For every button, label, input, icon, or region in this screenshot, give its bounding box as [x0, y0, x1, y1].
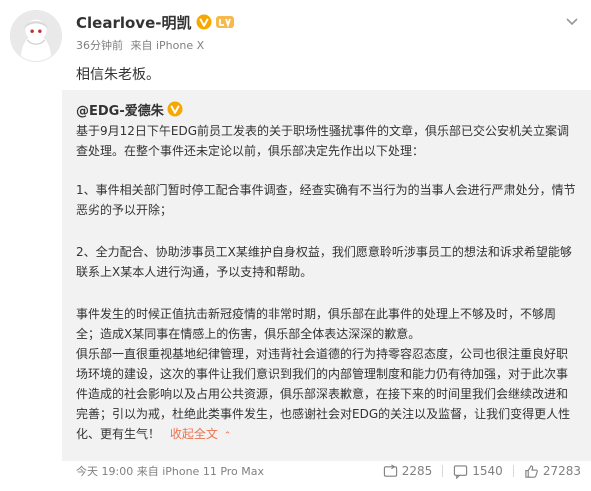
collapse-full-text-link[interactable]: 收起全文 ⌃: [170, 427, 231, 441]
repost-author[interactable]: @EDG-爱德朱: [76, 100, 164, 119]
chevron-up-icon: ⌃: [223, 431, 232, 441]
repost-line: 全；造成X某同事在情感上的伤害，俱乐部全体表达深深的歉意。: [76, 327, 421, 341]
blue-v-verified-icon: [167, 101, 183, 117]
repost-line: 恶劣的予以开除；: [76, 203, 173, 217]
post-time[interactable]: 36分钟前: [76, 39, 123, 52]
repost-last-line: 化、更有生气！: [76, 427, 161, 441]
post-source: 来自 iPhone X: [130, 39, 205, 52]
post-meta: 36分钟前 来自 iPhone X: [76, 37, 204, 53]
repost-author-row: @EDG-爱德朱: [76, 98, 579, 120]
repost-line: 化、更有生气！ 收起全文 ⌃: [76, 424, 579, 446]
repost-button[interactable]: 2285: [383, 463, 433, 479]
repost-text: 基于9月12日下午EDG前员工发表的关于职场性骚扰事件的文章，俱乐部已交公安机关…: [76, 121, 579, 446]
repost-line: 场环境的建设，这次的事件让我们意识到我们的内部管理制度和能力仍有待加强，对于此次…: [76, 367, 569, 381]
weibo-card: Clearlove-明凯 36分钟前 来自 iPhone X 相信朱老板。 @E…: [0, 0, 591, 491]
repost-meta: 今天 19:00 来自 iPhone 11 Pro Max: [76, 463, 264, 479]
action-divider: [512, 465, 514, 477]
repost-line: 俱乐部一直很重视基地纪律管理，对违背社会道德的行为持零容忍态度，公司也很注重良好…: [76, 347, 569, 361]
repost-icon: [383, 463, 397, 477]
action-bar: 2285 1540 27283: [373, 463, 581, 479]
author-name[interactable]: Clearlove-明凯: [76, 12, 191, 33]
repost-source: 来自 iPhone 11 Pro Max: [136, 465, 265, 478]
repost-line: 联系上X某本人进行沟通，予以支持和帮助。: [76, 265, 313, 279]
repost-time[interactable]: 今天 19:00: [76, 465, 133, 478]
repost-line: 事件发生的时候正值抗击新冠疫情的非常时期，俱乐部在此事件的处理上不够及时，不够周: [76, 307, 557, 321]
repost-line: 基于9月12日下午EDG前员工发表的关于职场性骚扰事件的文章，俱乐部已交公安机关…: [76, 124, 570, 138]
like-button[interactable]: 27283: [524, 464, 581, 479]
action-divider: [442, 465, 444, 477]
comment-button[interactable]: 1540: [453, 464, 503, 479]
repost-line: 完善；引以为戒，杜绝此类事件发生，也感谢社会对EDG的关注以及监督，让我们变得更…: [76, 407, 571, 421]
yellow-v-verified-icon: [196, 14, 212, 30]
like-count: 27283: [542, 464, 581, 478]
author-row: Clearlove-明凯: [76, 10, 235, 34]
repost-box: @EDG-爱德朱 基于9月12日下午EDG前员工发表的关于职场性骚扰事件的文章，…: [62, 90, 591, 461]
repost-line: 件造成的社会影响以及占用公共资源，俱乐部深表歉意，在接下来的时间里我们会继续改进…: [76, 387, 569, 401]
comment-icon: [454, 464, 468, 479]
repost-count: 2285: [401, 464, 433, 478]
post-text: 相信朱老板。: [76, 67, 160, 83]
comment-count: 1540: [472, 464, 503, 478]
thumbs-up-icon: [525, 464, 538, 478]
repost-line: 1、事件相关部门暂时停工配合事件调查，经查实确有不当行为的当事人会进行严肃处分，…: [76, 183, 576, 197]
chevron-down-icon[interactable]: [563, 12, 581, 30]
avatar-image: [11, 11, 61, 61]
repost-line: 2、全力配合、协助涉事员工X某维护自身权益，我们愿意聆听涉事员工的想法和诉求希望…: [76, 245, 572, 259]
repost-line: 查处理。在整个事件还未定论以前，俱乐部决定先作出以下处理：: [76, 144, 425, 158]
level-badge-icon: [216, 16, 235, 28]
repost-footer: 今天 19:00 来自 iPhone 11 Pro Max 2285 1540: [76, 463, 591, 479]
avatar[interactable]: [10, 10, 62, 62]
collapse-label: 收起全文: [169, 427, 218, 441]
